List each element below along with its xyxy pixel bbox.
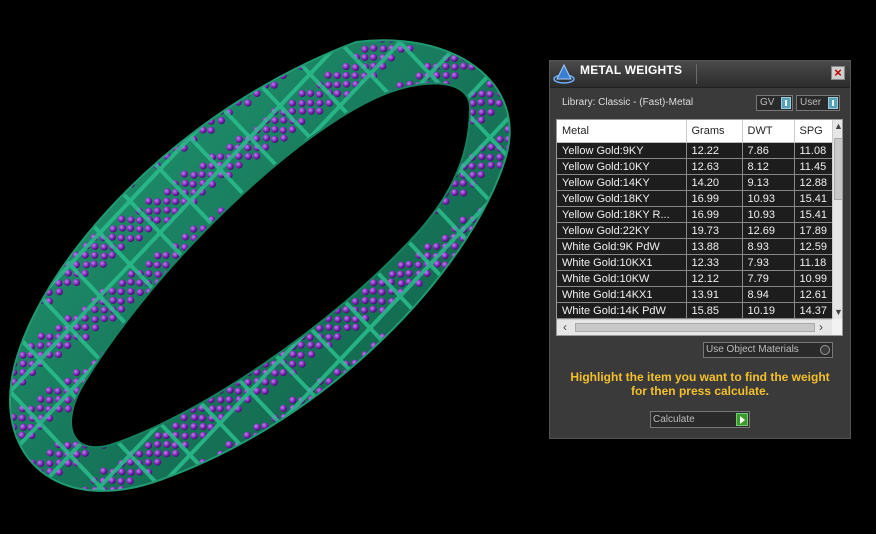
scroll-right-icon[interactable]: › bbox=[815, 321, 827, 334]
bangle-render bbox=[8, 39, 511, 492]
horizontal-scrollbar[interactable]: ‹ › bbox=[557, 319, 832, 335]
horizontal-scroll-thumb[interactable] bbox=[575, 323, 815, 332]
scroll-left-icon[interactable]: ‹ bbox=[559, 321, 571, 334]
instruction-text: Highlight the item you want to find the … bbox=[556, 370, 844, 398]
table-cell: 19.73 bbox=[686, 222, 743, 239]
table-cell: 16.99 bbox=[686, 190, 743, 207]
use-object-materials-label: Use Object Materials bbox=[706, 344, 799, 355]
table-cell: 10.93 bbox=[742, 206, 795, 223]
table-cell: White Gold:14KX1 bbox=[557, 286, 687, 303]
app-logo-icon bbox=[553, 63, 575, 84]
table-cell: 12.12 bbox=[686, 270, 743, 287]
table-cell: 7.93 bbox=[742, 254, 795, 271]
table-row[interactable]: Yellow Gold:18KY 16.99 10.93 15.41 bbox=[557, 190, 840, 207]
radio-button-icon[interactable] bbox=[820, 345, 830, 355]
table-cell: White Gold:10KX1 bbox=[557, 254, 687, 271]
table-row[interactable]: White Gold:9K PdW 13.88 8.93 12.59 bbox=[557, 238, 840, 255]
table-cell: 7.86 bbox=[742, 142, 795, 159]
column-header-dwt[interactable]: DWT bbox=[742, 120, 795, 143]
close-button[interactable]: × bbox=[831, 66, 845, 80]
toggle-switch-icon bbox=[781, 97, 791, 109]
toggle-switch-icon bbox=[828, 97, 838, 109]
table-cell: 15.85 bbox=[686, 302, 743, 319]
metal-weights-table: Metal Grams DWT SPG Yellow Gold:9KY 12.22… bbox=[557, 120, 840, 319]
table-cell: Yellow Gold:18KY R... bbox=[557, 206, 687, 223]
table-row[interactable]: White Gold:14KX1 13.91 8.94 12.61 bbox=[557, 286, 840, 303]
table-cell: 8.94 bbox=[742, 286, 795, 303]
titlebar-divider bbox=[696, 64, 697, 84]
vertical-scrollbar[interactable]: ▲ ▼ bbox=[832, 120, 842, 319]
table-cell: 9.13 bbox=[742, 174, 795, 191]
table-cell: 12.33 bbox=[686, 254, 743, 271]
table-row[interactable]: White Gold:14K PdW 15.85 10.19 14.37 bbox=[557, 302, 840, 319]
instruction-line-2: for then press calculate. bbox=[630, 384, 770, 398]
table-cell: 14.20 bbox=[686, 174, 743, 191]
panel-titlebar[interactable]: METAL WEIGHTS × bbox=[550, 61, 850, 88]
table-cell: 12.69 bbox=[742, 222, 795, 239]
table-cell: White Gold:10KW bbox=[557, 270, 687, 287]
table-row[interactable]: White Gold:10KW 12.12 7.79 10.99 bbox=[557, 270, 840, 287]
3d-viewport[interactable] bbox=[0, 0, 548, 529]
user-toggle[interactable]: User bbox=[796, 95, 840, 111]
table-row[interactable]: Yellow Gold:10KY 12.63 8.12 11.45 bbox=[557, 158, 840, 175]
table-cell: 8.12 bbox=[742, 158, 795, 175]
column-header-grams[interactable]: Grams bbox=[686, 120, 743, 143]
metal-weights-panel: METAL WEIGHTS × Library: Classic - (Fast… bbox=[549, 60, 851, 439]
gv-toggle[interactable]: GV bbox=[756, 95, 793, 111]
table-cell: 13.91 bbox=[686, 286, 743, 303]
table-row[interactable]: Yellow Gold:14KY 14.20 9.13 12.88 bbox=[557, 174, 840, 191]
table-cell: 12.63 bbox=[686, 158, 743, 175]
panel-title: METAL WEIGHTS bbox=[580, 63, 683, 77]
table-cell: Yellow Gold:10KY bbox=[557, 158, 687, 175]
table-cell: 7.79 bbox=[742, 270, 795, 287]
table-cell: White Gold:9K PdW bbox=[557, 238, 687, 255]
calculate-label: Calculate bbox=[653, 414, 695, 425]
table-cell: 16.99 bbox=[686, 206, 743, 223]
user-toggle-label: User bbox=[800, 97, 822, 108]
table-cell: Yellow Gold:18KY bbox=[557, 190, 687, 207]
table-row[interactable]: Yellow Gold:9KY 12.22 7.86 11.08 bbox=[557, 142, 840, 159]
table-row[interactable]: Yellow Gold:22KY 19.73 12.69 17.89 bbox=[557, 222, 840, 239]
table-cell: Yellow Gold:14KY bbox=[557, 174, 687, 191]
vertical-scroll-thumb[interactable] bbox=[834, 138, 842, 200]
table-cell: 8.93 bbox=[742, 238, 795, 255]
scroll-up-icon[interactable]: ▲ bbox=[833, 120, 842, 132]
gv-toggle-label: GV bbox=[760, 97, 775, 108]
library-label: Library: Classic - (Fast)-Metal bbox=[562, 97, 694, 108]
table-cell: Yellow Gold:9KY bbox=[557, 142, 687, 159]
scroll-down-icon[interactable]: ▼ bbox=[833, 306, 842, 318]
play-arrow-icon[interactable] bbox=[736, 413, 748, 426]
table-cell: 10.19 bbox=[742, 302, 795, 319]
table-row[interactable]: Yellow Gold:18KY R... 16.99 10.93 15.41 bbox=[557, 206, 840, 223]
table-row[interactable]: White Gold:10KX1 12.33 7.93 11.18 bbox=[557, 254, 840, 271]
use-object-materials-option[interactable]: Use Object Materials bbox=[703, 342, 833, 358]
table-cell: 10.93 bbox=[742, 190, 795, 207]
table-cell: 12.22 bbox=[686, 142, 743, 159]
table-header-row: Metal Grams DWT SPG bbox=[557, 120, 840, 143]
table-cell: Yellow Gold:22KY bbox=[557, 222, 687, 239]
table-cell: White Gold:14K PdW bbox=[557, 302, 687, 319]
calculate-button[interactable]: Calculate bbox=[650, 411, 750, 428]
table-cell: 13.88 bbox=[686, 238, 743, 255]
instruction-line-1: Highlight the item you want to find the … bbox=[570, 370, 830, 384]
metal-table[interactable]: Metal Grams DWT SPG Yellow Gold:9KY 12.22… bbox=[556, 119, 843, 336]
column-header-metal[interactable]: Metal bbox=[557, 120, 687, 143]
